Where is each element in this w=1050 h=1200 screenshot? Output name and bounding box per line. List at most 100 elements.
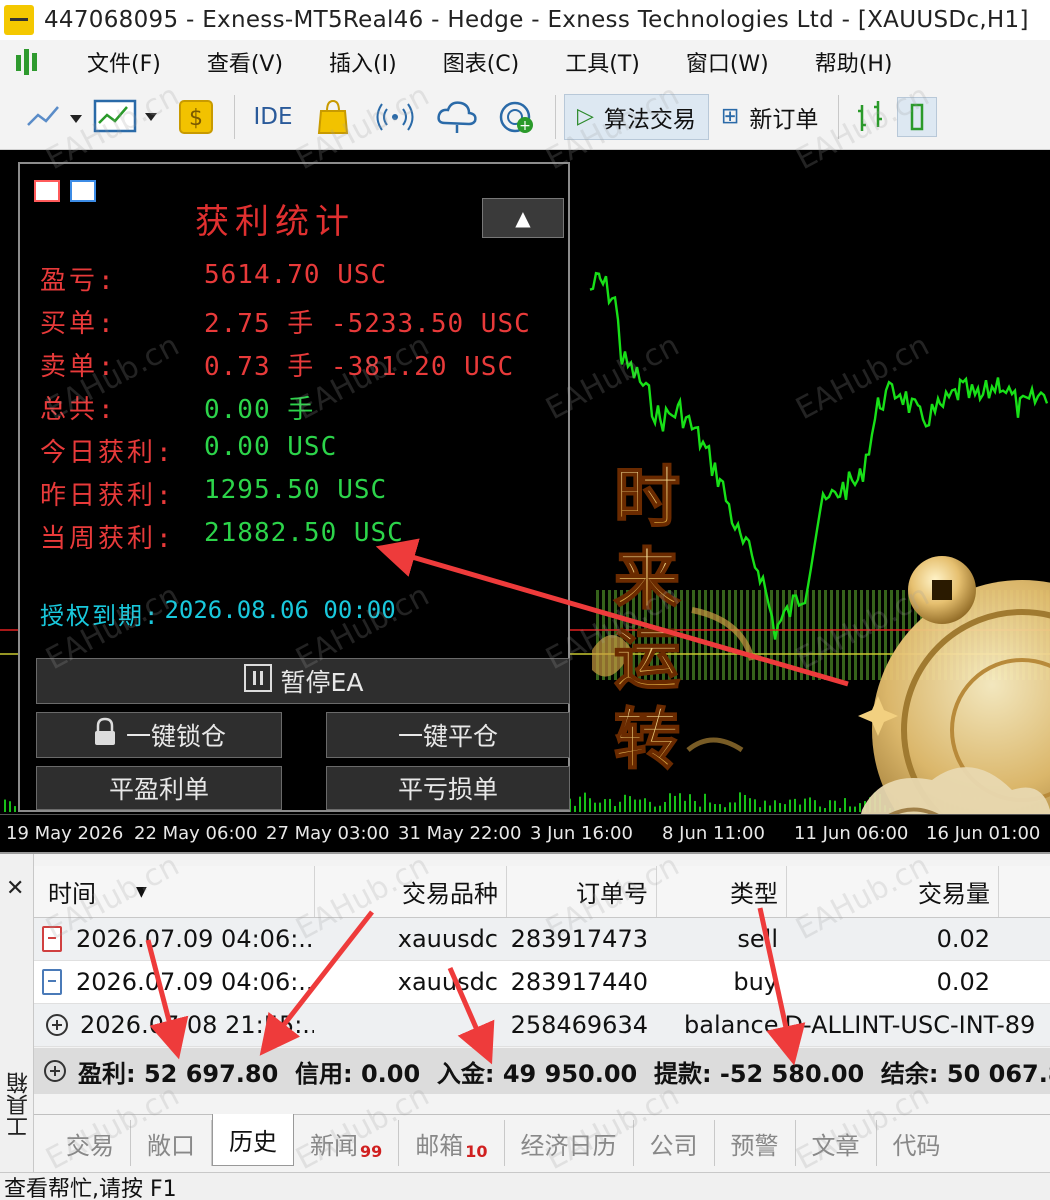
pause-ea-button[interactable]: 暂停EA [36,658,570,704]
stat-value: 21882.50 USC [204,518,404,548]
market-bag-icon[interactable] [303,97,363,137]
cell-type: sell [737,925,778,953]
close-losing-button[interactable]: 平亏损单 [326,766,570,810]
panel-title: 获利统计 [195,202,355,242]
menu-view[interactable]: 查看(V) [184,46,306,78]
tab-trade[interactable]: 交易 [34,1120,131,1166]
one-click-close-all-button[interactable]: 一键平仓 [326,712,570,758]
tab-label: 交易 [66,1131,114,1160]
col-header-type[interactable]: 类型 [656,866,786,917]
tab-articles[interactable]: 文章 [796,1120,877,1166]
expand-plus-icon[interactable] [46,1014,68,1036]
cell-volume: 0.02 [936,968,990,996]
tab-company[interactable]: 公司 [634,1120,715,1166]
app-icon [4,5,34,35]
candlestick-icon[interactable] [897,96,938,137]
help-hint: 查看帮忙,请按 F1 [4,1176,177,1200]
collapse-panel-button[interactable]: ▲ [482,198,564,238]
cell-symbol [314,1004,506,1046]
tab-exposure[interactable]: 敞口 [131,1120,212,1166]
expand-plus-icon[interactable] [44,1060,66,1082]
chart-template-dropdown-icon[interactable] [90,97,166,137]
signals-icon[interactable] [363,97,427,137]
menu-insert[interactable]: 插入(I) [306,46,420,78]
menu-bar: 文件(F) 查看(V) 插入(I) 图表(C) 工具(T) 窗口(W) 帮助(H… [0,40,1050,84]
stat-value: 0.00 USC [204,432,338,462]
tab-label: 文章 [811,1131,860,1160]
x-tick-label: 8 Jun 11:00 [662,823,765,844]
close-profitable-button[interactable]: 平盈利单 [36,766,282,810]
close-icon[interactable]: ✕ [6,876,24,901]
stat-label: 总共: [40,395,117,425]
tab-mailbox[interactable]: 邮箱 10 [399,1120,505,1166]
tab-label: 经济日历 [520,1131,617,1160]
promo-char-3: 运 [614,620,680,698]
ide-button[interactable]: IDE [243,97,303,137]
cell-symbol: xauusdc [397,968,498,996]
toolbar: $ IDE + ▷ 算法交易 ⊞ 新订单 [0,84,1050,150]
algo-trading-button[interactable]: ▷ 算法交易 [564,93,709,140]
tab-news[interactable]: 新闻 99 [294,1120,400,1166]
one-click-lock-button[interactable]: 一键锁仓 [36,712,282,758]
col-header-order[interactable]: 订单号 [506,866,656,917]
tab-code[interactable]: 代码 [877,1120,957,1166]
toolbar-separator [555,94,556,139]
col-header-time[interactable]: 时间 ▼ [48,866,298,917]
x-tick-label: 31 May 22:00 [398,823,522,844]
x-tick-label: 27 May 03:00 [266,823,390,844]
stat-label: 买单: [40,309,117,339]
x-tick-label: 3 Jun 16:00 [530,823,633,844]
menu-tools[interactable]: 工具(T) [542,46,663,78]
menu-help[interactable]: 帮助(H) [792,46,916,78]
stat-label: 昨日获利: [40,481,175,511]
toolbox-sidebar: ✕ 工具箱 [0,854,34,1172]
volume-bar [9,801,11,812]
menu-charts[interactable]: 图表(C) [420,46,543,78]
stat-value: 0.73 手 -381.20 USC [204,352,515,382]
stat-label: 今日获利: [40,438,175,468]
cell-volume: 0.02 [936,925,990,953]
license-expiry: 授权到期: 2026.08.06 00:00 [40,596,396,631]
cell-order: 258469634 [510,1011,648,1039]
history-summary-row[interactable]: 盈利: 52 697.80 信用: 0.00 入金: 49 950.00 提款:… [34,1048,1050,1094]
volume-bar [584,792,586,812]
cell-time-text: 2026.07.09 04:06:... [76,925,314,953]
fortune-coin-art: 时 来 运 转 [592,457,1050,852]
x-tick-label: 11 Jun 06:00 [794,823,909,844]
price-chart[interactable]: 时 来 运 转 获利统计 ▲ 盈亏: 5614.70 USC 买单: 2.75 … [0,150,1050,852]
stat-label: 盈亏: [40,266,117,296]
stat-label: 卖单: [40,352,117,382]
toolbox-tabs: 交易 敞口 历史 新闻 99 邮箱 10 经济日历 公司 预警 文章 代码 [34,1114,1050,1172]
stat-row-yesterday: 昨日获利: 1295.50 USC [40,475,387,512]
history-table: 时间 ▼ 交易品种 订单号 类型 交易量 2026.07.09 04:06:..… [34,866,1050,1047]
new-order-button[interactable]: ⊞ 新订单 [709,94,830,140]
stat-row-week: 当周获利: 21882.50 USC [40,518,404,555]
stat-label: 当周获利: [40,524,175,554]
menu-file[interactable]: 文件(F) [64,46,184,78]
col-header-symbol[interactable]: 交易品种 [314,866,506,917]
cell-type-comment: balance D-ALLINT-USC-INT-89 [684,1004,1050,1046]
table-row[interactable]: 2026.07.09 04:06:... xauusdc 283917473 s… [34,918,1050,961]
cell-type-text: balance [684,1011,779,1039]
table-row[interactable]: 2026.07.08 21:55:... 258469634 balance D… [34,1004,1050,1047]
menu-window[interactable]: 窗口(W) [663,46,792,78]
dollar-icon[interactable]: $ [166,97,226,137]
pause-ea-label: 暂停EA [280,668,364,697]
ea-profit-panel: 获利统计 ▲ 盈亏: 5614.70 USC 买单: 2.75 手 -5233.… [18,162,570,812]
promo-char-1: 时 [614,458,680,536]
tab-alerts[interactable]: 预警 [715,1120,796,1166]
vps-add-icon[interactable]: + [487,97,547,137]
bar-chart-icon[interactable] [847,97,897,137]
col-header-volume[interactable]: 交易量 [786,866,998,917]
cloud-icon[interactable] [427,97,487,137]
tab-calendar[interactable]: 经济日历 [505,1120,634,1166]
tab-history[interactable]: 历史 [212,1114,294,1166]
cell-symbol: xauusdc [397,925,498,953]
column-divider[interactable] [998,866,999,917]
lock-icon [92,717,118,753]
stat-row-pnl: 盈亏: 5614.70 USC [40,260,387,297]
line-chart-dropdown-icon[interactable] [20,97,90,137]
table-row[interactable]: 2026.07.09 04:06:... xauusdc 283917440 b… [34,961,1050,1004]
toolbox-label: 工具箱 [7,1072,32,1138]
tab-label: 历史 [229,1128,277,1156]
